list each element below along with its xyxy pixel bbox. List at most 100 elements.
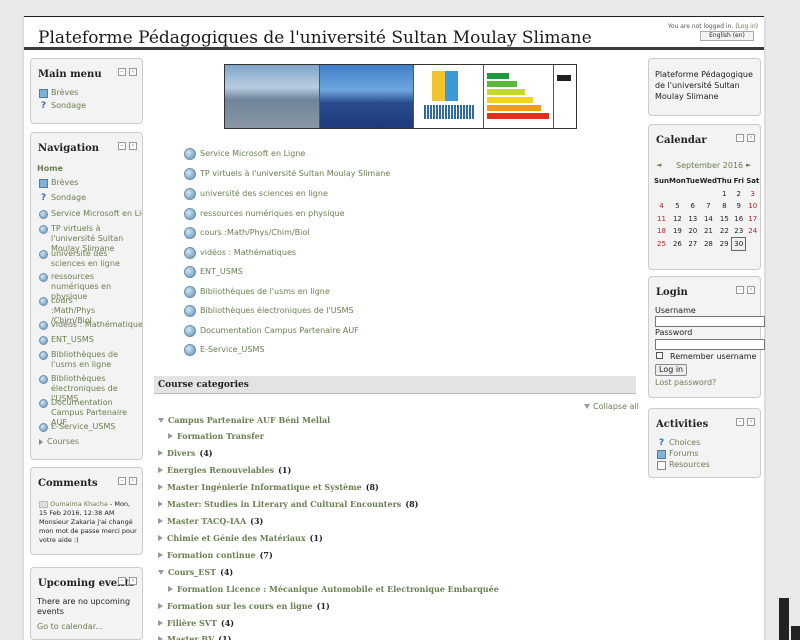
remember-checkbox[interactable] <box>656 352 663 359</box>
calendar-day[interactable]: 22 <box>717 225 732 238</box>
password-input[interactable] <box>655 339 765 350</box>
prev-month-icon[interactable]: ◄ <box>656 161 661 169</box>
dock-icon[interactable]: ‹ <box>747 134 755 142</box>
nav-home[interactable]: Home <box>37 164 63 174</box>
language-select[interactable]: English (en) <box>700 31 754 41</box>
calendar-day[interactable]: 7 <box>700 200 717 213</box>
nav-item[interactable]: université des sciences en ligne <box>39 249 139 269</box>
scrollbar-corner[interactable] <box>779 598 789 640</box>
nav-item[interactable]: vidéos : Mathématiques <box>39 320 142 330</box>
calendar-day[interactable]: 21 <box>700 225 717 238</box>
center-link[interactable]: Bibliothèques électroniques de l'USMS <box>184 304 354 317</box>
collapse-all-link[interactable]: Collapse all <box>584 402 639 411</box>
calendar-day[interactable]: 24 <box>746 225 760 238</box>
course-category[interactable]: Divers (4) <box>158 448 213 458</box>
dock-icon[interactable]: ‹ <box>747 418 755 426</box>
main-menu-item[interactable]: Brèves <box>39 88 78 98</box>
username-input[interactable] <box>655 316 765 327</box>
next-month-icon[interactable]: ► <box>746 161 751 169</box>
header-login-link[interactable]: Log in <box>738 23 756 30</box>
calendar-day[interactable]: 16 <box>732 213 746 226</box>
calendar-day[interactable]: 4 <box>654 200 669 213</box>
comment-author[interactable]: Oumaima Khacha <box>50 500 108 508</box>
course-category[interactable]: Formation Transfer <box>168 431 268 441</box>
activity-resources[interactable]: Resources <box>657 460 710 470</box>
collapse-icon[interactable]: – <box>118 577 126 585</box>
calendar-day[interactable]: 20 <box>686 225 700 238</box>
course-category[interactable]: Master BV (1) <box>158 634 231 640</box>
calendar-day[interactable]: 28 <box>700 238 717 251</box>
calendar-day[interactable]: 17 <box>746 213 760 226</box>
center-link[interactable]: université des sciences en ligne <box>184 187 328 200</box>
center-link[interactable]: Bibliothèques de l'usms en ligne <box>184 285 330 298</box>
nav-item[interactable]: Brèves <box>39 178 78 188</box>
goto-calendar-link[interactable]: Go to calendar... <box>37 622 103 631</box>
nav-item[interactable]: Bibliothèques de l'usms en ligne <box>39 350 139 370</box>
course-category[interactable]: Campus Partenaire AUF Béni Mellal <box>158 415 334 425</box>
calendar-day[interactable]: 27 <box>686 238 700 251</box>
activity-choices[interactable]: ? Choices <box>657 438 700 448</box>
collapse-icon[interactable]: – <box>118 68 126 76</box>
calendar-day[interactable]: 15 <box>717 213 732 226</box>
course-category[interactable]: Formation Licence : Mécanique Automobile… <box>168 584 503 594</box>
collapse-icon[interactable]: – <box>736 134 744 142</box>
nav-item[interactable]: E-Service_USMS <box>39 422 115 432</box>
calendar-day[interactable]: 23 <box>732 225 746 238</box>
center-link[interactable]: ENT_USMS <box>184 265 243 278</box>
nav-item-courses[interactable]: Courses <box>39 437 79 447</box>
lost-password-link[interactable]: Lost password? <box>655 378 716 387</box>
center-link[interactable]: ressources numériques en physique <box>184 207 345 220</box>
course-category[interactable]: Cours_EST (4) <box>158 567 233 577</box>
calendar-day[interactable]: 26 <box>669 238 686 251</box>
course-category[interactable]: Formation sur les cours en ligne (1) <box>158 601 330 611</box>
calendar-day[interactable]: 14 <box>700 213 717 226</box>
calendar-day[interactable]: 29 <box>717 238 732 251</box>
center-link[interactable]: cours :Math/Phys/Chim/Biol <box>184 226 309 239</box>
calendar-day[interactable]: 9 <box>732 200 746 213</box>
collapse-icon[interactable]: – <box>118 477 126 485</box>
nav-item[interactable]: Service Microsoft en Lig <box>39 209 142 219</box>
course-category[interactable]: Master: Studies in Literary and Cultural… <box>158 499 418 509</box>
collapsed-arrow-icon <box>158 450 163 456</box>
dock-icon[interactable]: ‹ <box>129 577 137 585</box>
course-category[interactable]: Master TACQ-IAA (3) <box>158 516 263 526</box>
nav-item[interactable]: ? Sondage <box>39 193 86 203</box>
calendar-day[interactable]: 3 <box>746 188 760 201</box>
calendar-day[interactable]: 5 <box>669 200 686 213</box>
url-icon <box>184 188 196 200</box>
activity-forums[interactable]: Forums <box>657 449 699 459</box>
calendar-day[interactable]: 13 <box>686 213 700 226</box>
collapse-icon[interactable]: – <box>736 418 744 426</box>
course-category[interactable]: Master Ingénierie Informatique et Systèm… <box>158 482 379 492</box>
course-category[interactable]: Filière SVT (4) <box>158 618 234 628</box>
calendar-day[interactable]: 6 <box>686 200 700 213</box>
collapse-icon[interactable]: – <box>736 286 744 294</box>
calendar-day[interactable]: 10 <box>746 200 760 213</box>
calendar-day[interactable]: 30 <box>731 237 747 251</box>
nav-item[interactable]: ENT_USMS <box>39 335 94 345</box>
center-link[interactable]: Service Microsoft en Ligne <box>184 147 305 160</box>
calendar-day[interactable]: 12 <box>669 213 686 226</box>
calendar-day[interactable]: 1 <box>717 188 732 201</box>
calendar-day[interactable]: 8 <box>717 200 732 213</box>
dock-icon[interactable]: ‹ <box>747 286 755 294</box>
dock-icon[interactable]: ‹ <box>129 142 137 150</box>
calendar-day[interactable]: 18 <box>654 225 669 238</box>
main-menu-item[interactable]: ? Sondage <box>39 101 86 111</box>
center-link[interactable]: E-Service_USMS <box>184 343 264 356</box>
dock-icon[interactable]: ‹ <box>129 477 137 485</box>
course-category[interactable]: Chimie et Génie des Matériaux (1) <box>158 533 323 543</box>
center-link[interactable]: Documentation Campus Partenaire AUF <box>184 324 359 337</box>
calendar-day[interactable]: 11 <box>654 213 669 226</box>
scrollbar-corner[interactable] <box>791 626 800 640</box>
login-button[interactable]: Log in <box>655 364 688 376</box>
center-link[interactable]: TP virtuels à l'université Sultan Moulay… <box>184 167 390 180</box>
calendar-day[interactable]: 25 <box>654 238 669 251</box>
calendar-day[interactable]: 19 <box>669 225 686 238</box>
center-link[interactable]: vidéos : Mathématiques <box>184 246 296 259</box>
course-category[interactable]: Énergies Renouvelables (1) <box>158 465 291 475</box>
collapse-icon[interactable]: – <box>118 142 126 150</box>
course-category[interactable]: Formation continue (7) <box>158 550 273 560</box>
dock-icon[interactable]: ‹ <box>129 68 137 76</box>
calendar-day[interactable]: 2 <box>732 188 746 201</box>
